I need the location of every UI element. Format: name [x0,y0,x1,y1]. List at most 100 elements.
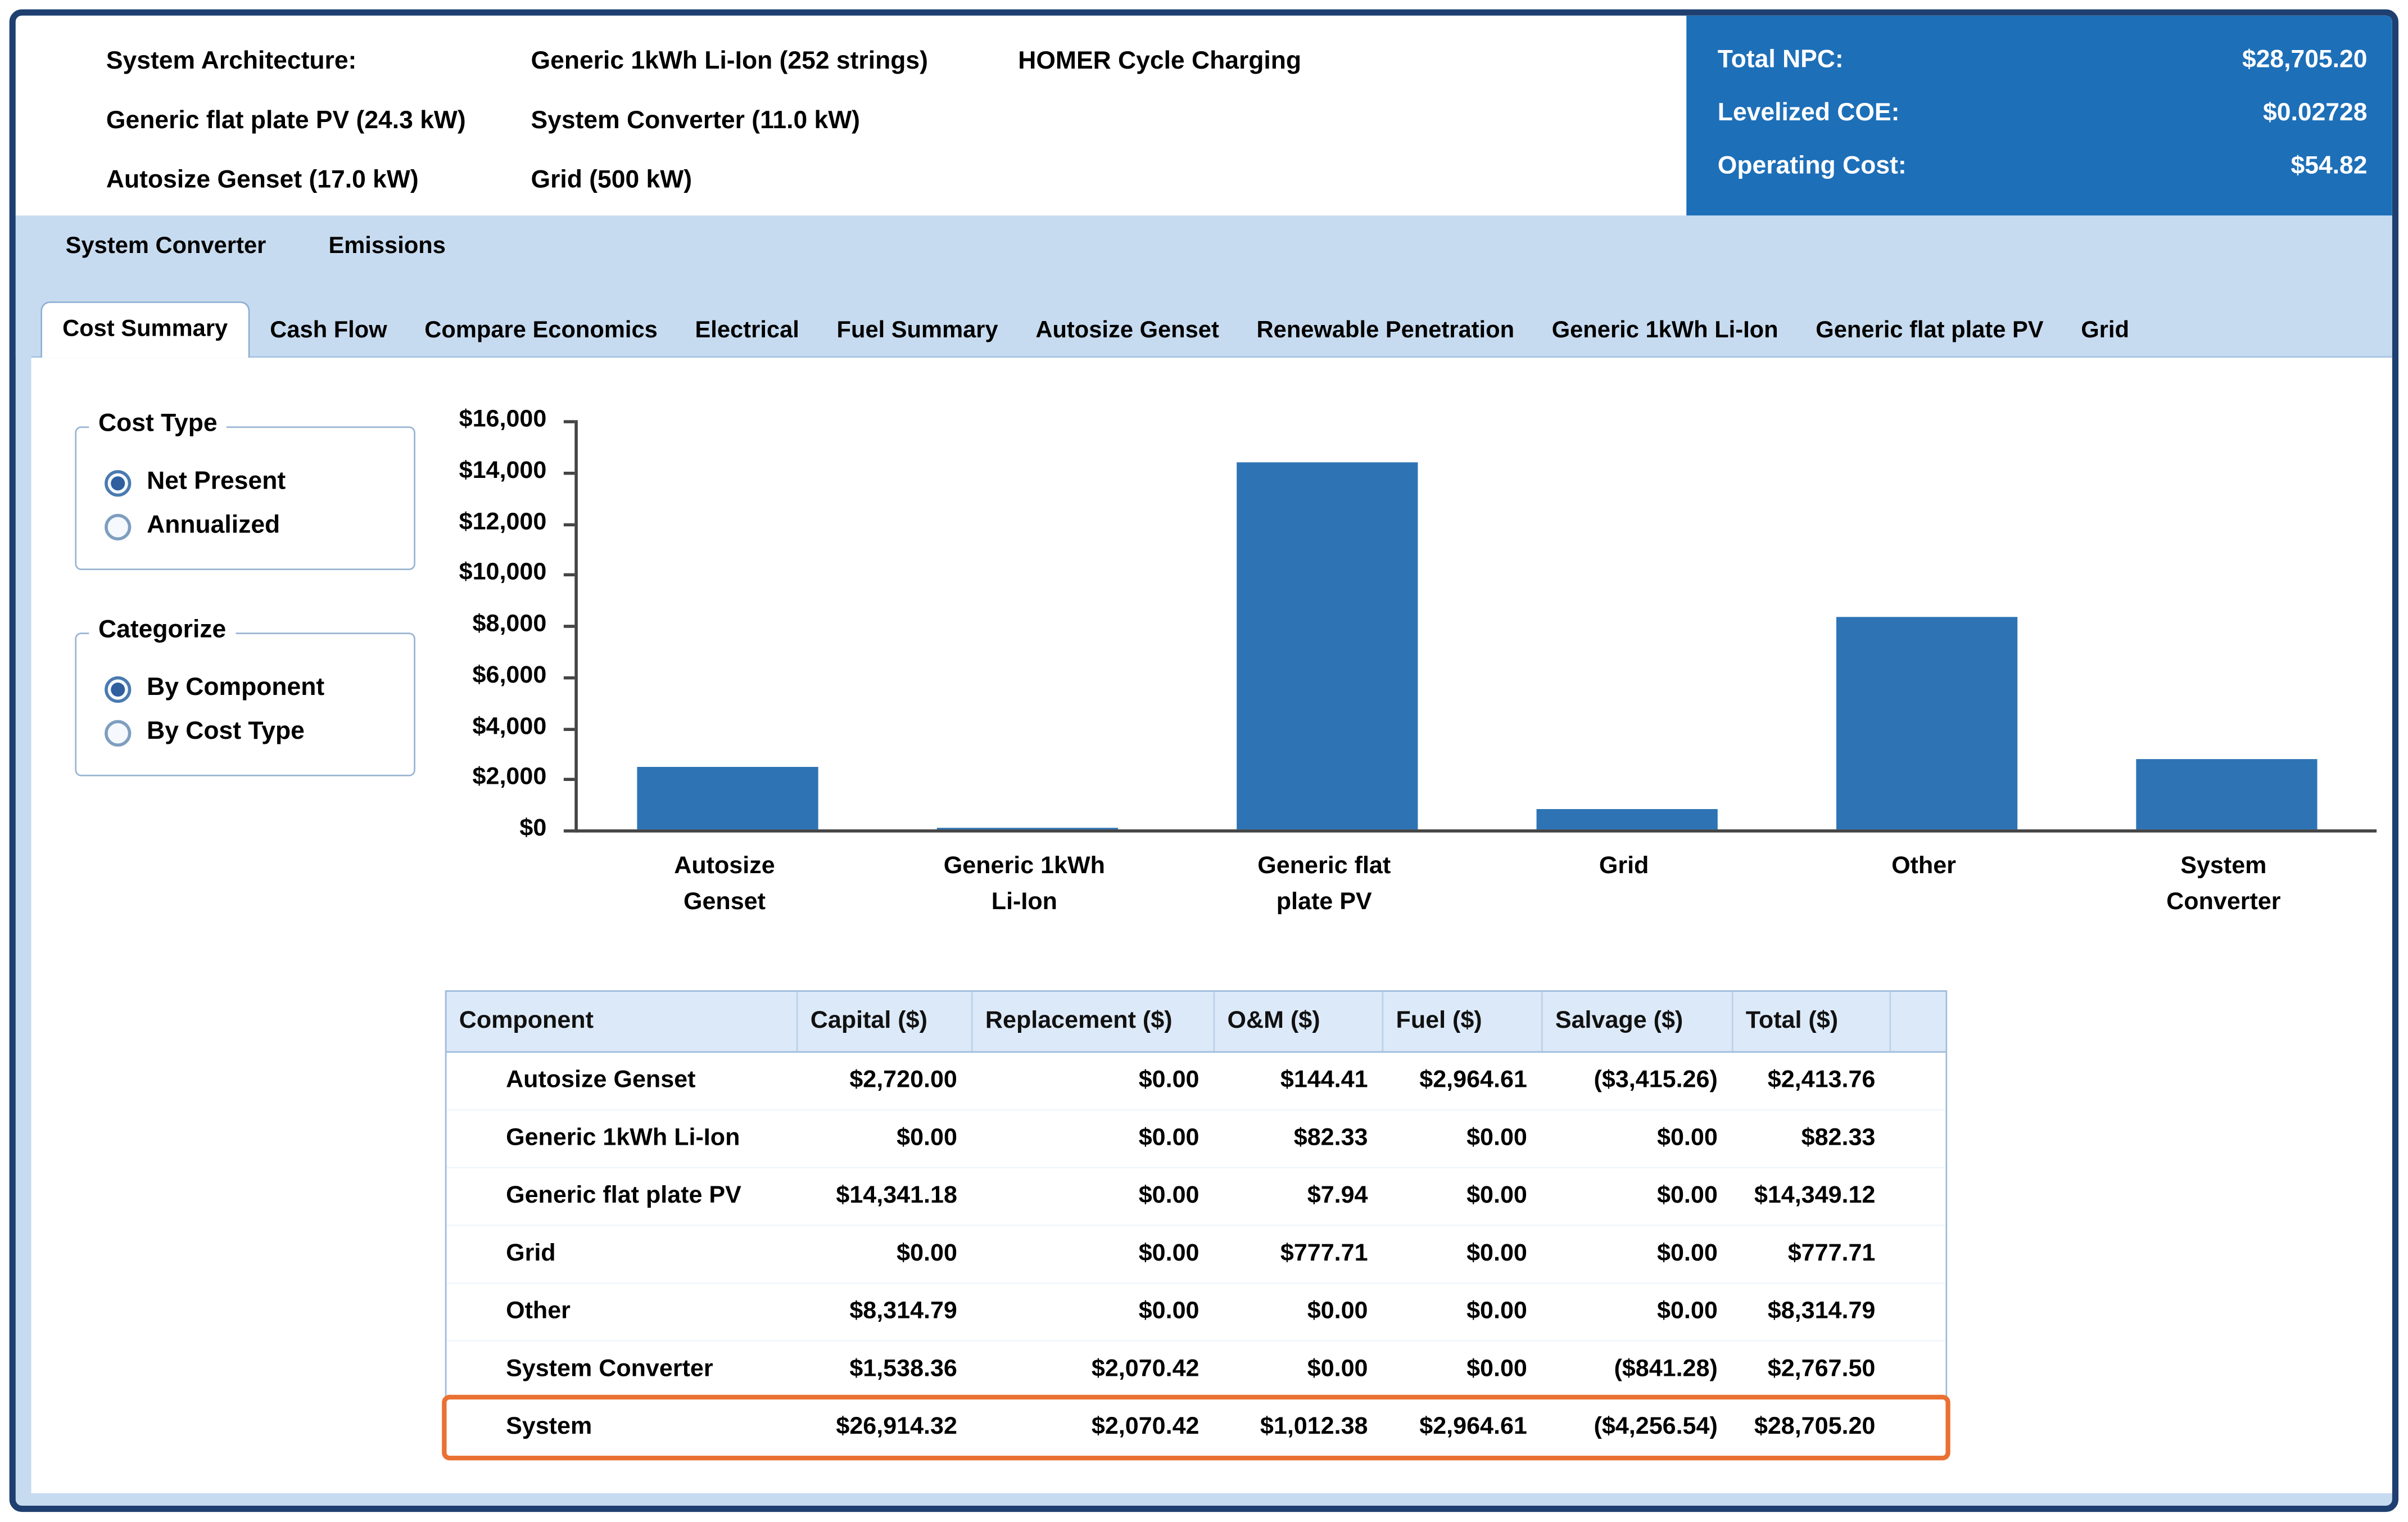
arch-item-genset: Autosize Genset (17.0 kW) [106,162,531,200]
component-cell: Autosize Genset [447,1067,798,1095]
column-header-replacement: Replacement ($) [973,992,1215,1051]
value-cell: $0.00 [1383,1240,1542,1268]
metric-label: Levelized COE: [1718,100,1900,128]
metric-label: Operating Cost: [1718,153,1907,181]
bar-other [1837,617,2017,829]
cost-table: ComponentCapital ($)Replacement ($)O&M (… [445,990,1947,1457]
y-tick-mark [564,676,574,679]
bar-slot-autosize-genset [578,420,877,829]
bar-slot-generic-flat-plate-pv [1178,420,1477,829]
column-header-total: Total ($) [1733,992,1891,1051]
arch-item-empty-1 [1018,103,1301,141]
bar-slot-system-converter [2077,420,2377,829]
value-cell: ($3,415.26) [1543,1067,1733,1095]
table-row-autosize-genset: Autosize Genset$2,720.00$0.00$144.41$2,9… [447,1053,1946,1110]
metric-label: Total NPC: [1718,47,1844,75]
value-cell: $2,413.76 [1733,1067,1891,1095]
value-cell: $0.00 [973,1067,1215,1095]
table-header-row: ComponentCapital ($)Replacement ($)O&M (… [447,992,1946,1053]
y-tick-label: $8,000 [473,611,547,639]
value-cell: $2,070.42 [973,1413,1215,1442]
x-axis-label-generic-flat-plate-pv: Generic flat plate PV [1174,848,1474,920]
value-cell: $144.41 [1215,1067,1383,1095]
value-cell: $2,964.61 [1383,1413,1542,1442]
tab-cash-flow[interactable]: Cash Flow [253,305,405,356]
bar-generic-1kwh-li-ion [938,827,1117,829]
value-cell: $0.00 [1543,1298,1733,1326]
x-axis-label-system-converter: System Converter [2074,848,2373,920]
y-tick-label: $0 [519,815,546,843]
y-tick-label: $2,000 [473,764,547,792]
component-cell: Generic flat plate PV [447,1182,798,1211]
table-row-system-converter: System Converter$1,538.36$2,070.42$0.00$… [447,1342,1946,1399]
arch-item-pv: Generic flat plate PV (24.3 kW) [106,103,531,141]
y-tick-mark [564,522,574,526]
value-cell: $1,538.36 [798,1356,973,1384]
arch-item-battery: Generic 1kWh Li-Ion (252 strings) [531,44,1019,82]
bar-slot-other [1777,420,2076,829]
bar-autosize-genset [638,767,818,829]
system-architecture-summary: System Architecture: Generic 1kWh Li-Ion… [106,44,1301,200]
y-tick-mark [564,471,574,475]
value-cell: $82.33 [1733,1124,1891,1153]
value-cell: $0.00 [973,1240,1215,1268]
column-header-fuel: Fuel ($) [1383,992,1542,1051]
tab-emissions[interactable]: Emissions [325,227,449,265]
bar-grid [1537,810,1717,829]
component-cell: System [447,1413,798,1442]
bar-slot-grid [1477,420,1777,829]
tab-autosize-genset[interactable]: Autosize Genset [1019,305,1237,356]
scale-wrapper: System Architecture: Generic 1kWh Li-Ion… [0,0,2408,1521]
tab-compare-economics[interactable]: Compare Economics [408,305,675,356]
screenshot-canvas: System Architecture: Generic 1kWh Li-Ion… [0,0,2408,1521]
tab-cost-summary[interactable]: Cost Summary [40,301,250,358]
y-tick-mark [564,420,574,423]
value-cell: $14,341.18 [798,1182,973,1211]
metric-operating-cost: Operating Cost: $54.82 [1718,147,2368,187]
tab-overflow-row: System Converter Emissions [62,227,449,265]
y-tick-label: $6,000 [473,662,547,690]
arch-item-empty-2 [1018,162,1301,200]
table-row-grid: Grid$0.00$0.00$777.71$0.00$0.00$777.71 [447,1226,1946,1284]
tab-system-converter[interactable]: System Converter [62,227,269,265]
chart-x-axis-labels: Autosize GensetGeneric 1kWh Li-IonGeneri… [574,848,2373,920]
value-cell: $0.00 [798,1124,973,1153]
table-row-generic-1kwh-li-ion: Generic 1kWh Li-Ion$0.00$0.00$82.33$0.00… [447,1110,1946,1168]
value-cell: $8,314.79 [798,1298,973,1326]
value-cell: $0.00 [1543,1124,1733,1153]
homer-results-window: System Architecture: Generic 1kWh Li-Ion… [10,10,2398,1512]
column-header-o-m: O&M ($) [1215,992,1383,1051]
tab-grid[interactable]: Grid [2064,305,2147,356]
system-architecture-header: System Architecture: Generic 1kWh Li-Ion… [16,16,2392,216]
column-header-filler [1891,992,1945,1051]
value-cell: $0.00 [973,1298,1215,1326]
value-cell: $2,964.61 [1383,1067,1542,1095]
arch-item-grid: Grid (500 kW) [531,162,1019,200]
column-header-salvage: Salvage ($) [1543,992,1733,1051]
y-tick-label: $4,000 [473,713,547,741]
y-tick-mark [564,829,574,833]
x-axis-label-grid: Grid [1474,848,1773,920]
tab-fuel-summary[interactable]: Fuel Summary [820,305,1015,356]
value-cell: $777.71 [1215,1240,1383,1268]
y-tick-label: $16,000 [459,406,547,434]
value-cell: $0.00 [1215,1298,1383,1326]
x-axis-label-autosize-genset: Autosize Genset [574,848,874,920]
value-cell: $0.00 [973,1182,1215,1211]
tab-electrical[interactable]: Electrical [678,305,816,356]
x-axis-label-generic-1kwh-li-ion: Generic 1kWh Li-Ion [875,848,1174,920]
value-cell: ($4,256.54) [1543,1413,1733,1442]
metrics-panel: Total NPC: $28,705.20 Levelized COE: $0.… [1686,16,2392,216]
tab-generic-1kwh-li-ion[interactable]: Generic 1kWh Li-Ion [1535,305,1795,356]
value-cell: $0.00 [1383,1124,1542,1153]
value-cell: $1,012.38 [1215,1413,1383,1442]
value-cell: $0.00 [798,1240,973,1268]
y-tick-label: $12,000 [459,508,547,536]
value-cell: $0.00 [1215,1356,1383,1384]
value-cell: $14,349.12 [1733,1182,1891,1211]
chart-plot-area [574,420,2377,832]
tab-renewable-penetration[interactable]: Renewable Penetration [1239,305,1532,356]
value-cell: $26,914.32 [798,1413,973,1442]
value-cell: $777.71 [1733,1240,1891,1268]
tab-generic-flat-plate-pv[interactable]: Generic flat plate PV [1799,305,2061,356]
